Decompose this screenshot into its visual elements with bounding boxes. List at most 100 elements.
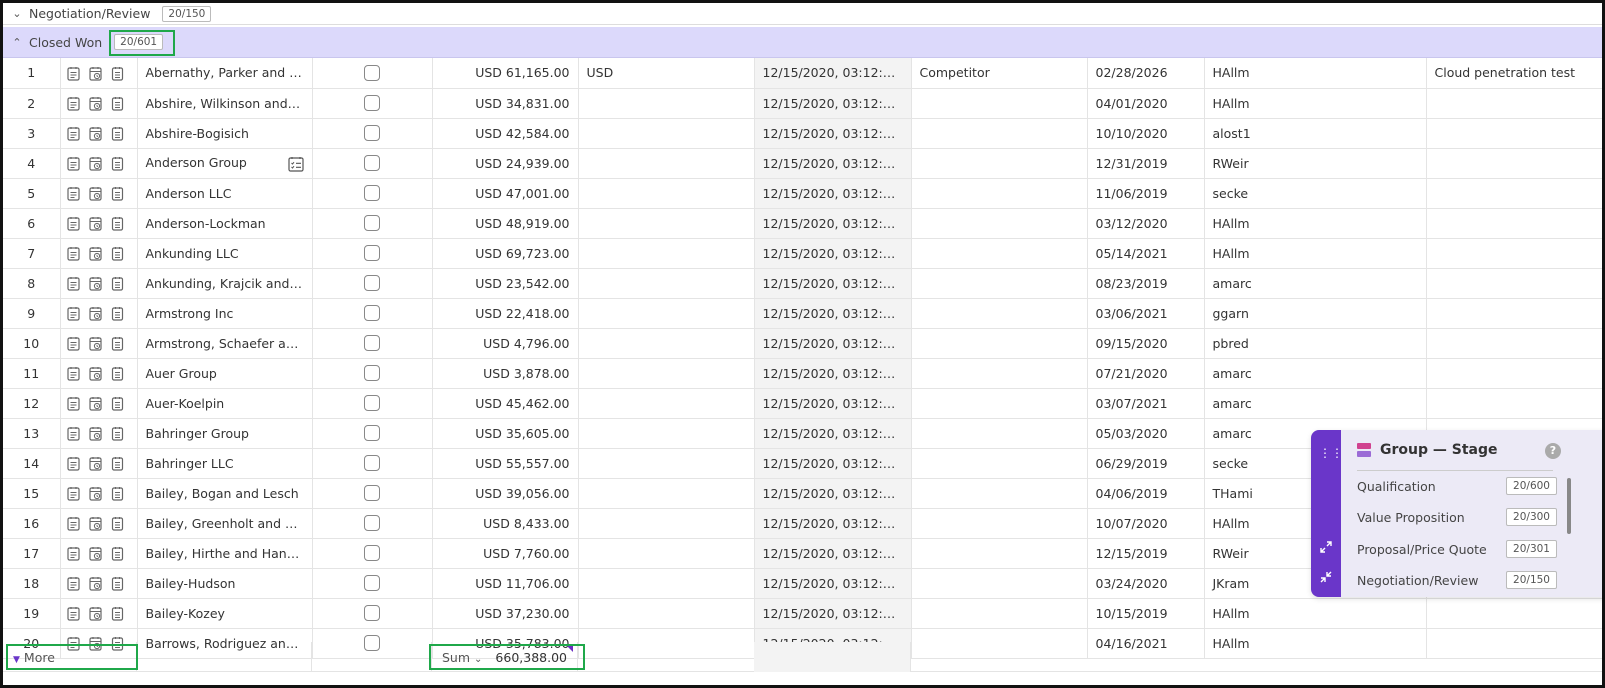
account-name-cell[interactable]: Ankunding, Krajcik and Sp...: [137, 268, 313, 299]
close-date-cell[interactable]: 04/06/2019: [1087, 478, 1205, 509]
row-checkbox[interactable]: [364, 125, 380, 142]
grip-icon[interactable]: ⋮⋮: [1319, 447, 1343, 459]
owner-cell[interactable]: amarc: [1204, 268, 1427, 299]
owner-cell[interactable]: HAllm: [1204, 88, 1427, 119]
note-icon[interactable]: [66, 156, 80, 171]
currency-cell[interactable]: [578, 568, 755, 599]
close-date-cell[interactable]: 10/15/2019: [1087, 598, 1205, 629]
account-name-cell[interactable]: Bailey-Hudson: [137, 568, 313, 599]
description-cell[interactable]: [1426, 178, 1602, 209]
currency-cell[interactable]: [578, 88, 755, 119]
group-panel-item[interactable]: Value Proposition 20/300: [1357, 508, 1557, 526]
currency-cell[interactable]: [578, 508, 755, 539]
row-checkbox[interactable]: [364, 155, 380, 172]
table-row[interactable]: 2 Abshire, Wilkinson and W... USD 34,831.0…: [3, 88, 1602, 119]
description-cell[interactable]: [1426, 208, 1602, 239]
document-icon[interactable]: [111, 576, 124, 591]
amount-cell[interactable]: USD 34,831.00: [432, 88, 579, 119]
close-date-cell[interactable]: 10/10/2020: [1087, 118, 1205, 149]
document-icon[interactable]: [111, 426, 124, 441]
close-date-cell[interactable]: 07/21/2020: [1087, 358, 1205, 389]
document-icon[interactable]: [111, 96, 124, 111]
collapse-icon[interactable]: [1319, 570, 1333, 584]
calendar-icon[interactable]: [88, 216, 102, 231]
amount-cell[interactable]: USD 8,433.00: [432, 508, 579, 539]
group-panel-item[interactable]: Negotiation/Review 20/150: [1357, 571, 1557, 589]
currency-cell[interactable]: [578, 178, 755, 209]
document-icon[interactable]: [111, 156, 124, 171]
amount-cell[interactable]: USD 42,584.00: [432, 118, 579, 149]
calendar-icon[interactable]: [88, 66, 102, 81]
currency-cell[interactable]: [578, 268, 755, 299]
panel-handle[interactable]: ⋮⋮: [1311, 430, 1343, 597]
row-checkbox[interactable]: [364, 485, 380, 502]
account-name-cell[interactable]: Auer Group: [137, 358, 313, 389]
table-row[interactable]: 5 Anderson LLC USD 47,001.00 12/15/2020, 03…: [3, 178, 1602, 209]
owner-cell[interactable]: secke: [1204, 178, 1427, 209]
close-date-cell[interactable]: 03/07/2021: [1087, 388, 1205, 419]
note-icon[interactable]: [66, 96, 80, 111]
calendar-icon[interactable]: [88, 366, 102, 381]
calendar-icon[interactable]: [88, 336, 102, 351]
calendar-icon[interactable]: [88, 126, 102, 141]
calendar-icon[interactable]: [88, 246, 102, 261]
description-cell[interactable]: [1426, 238, 1602, 269]
lead-source-cell[interactable]: [911, 568, 1088, 599]
document-icon[interactable]: [111, 396, 124, 411]
account-name-cell[interactable]: Bailey, Hirthe and Hansen: [137, 538, 313, 569]
amount-cell[interactable]: USD 22,418.00: [432, 298, 579, 329]
account-name-cell[interactable]: Armstrong Inc: [137, 298, 313, 329]
note-icon[interactable]: [66, 276, 80, 291]
row-checkbox[interactable]: [364, 95, 380, 112]
account-name-cell[interactable]: Armstrong, Schaefer and ...: [137, 328, 313, 359]
lead-source-cell[interactable]: [911, 298, 1088, 329]
account-name-cell[interactable]: Abernathy, Parker and Bo...: [137, 58, 313, 89]
document-icon[interactable]: [111, 546, 124, 561]
row-checkbox[interactable]: [364, 215, 380, 232]
lead-source-cell[interactable]: [911, 418, 1088, 449]
currency-cell[interactable]: [578, 148, 755, 179]
note-icon[interactable]: [66, 366, 80, 381]
account-name-cell[interactable]: Bailey, Bogan and Lesch: [137, 478, 313, 509]
amount-cell[interactable]: USD 69,723.00: [432, 238, 579, 269]
close-date-cell[interactable]: 10/07/2020: [1087, 508, 1205, 539]
owner-cell[interactable]: HAllm: [1204, 58, 1427, 89]
row-checkbox[interactable]: [364, 425, 380, 442]
document-icon[interactable]: [111, 186, 124, 201]
description-cell[interactable]: [1426, 88, 1602, 119]
owner-cell[interactable]: ggarn: [1204, 298, 1427, 329]
currency-cell[interactable]: [578, 328, 755, 359]
document-icon[interactable]: [111, 516, 124, 531]
note-icon[interactable]: [66, 306, 80, 321]
account-name-cell[interactable]: Abshire-Bogisich: [137, 118, 313, 149]
currency-cell[interactable]: [578, 208, 755, 239]
lead-source-cell[interactable]: [911, 118, 1088, 149]
account-name-cell[interactable]: Ankunding LLC: [137, 238, 313, 269]
calendar-icon[interactable]: [88, 486, 102, 501]
table-row[interactable]: 1 Abernathy, Parker and Bo... USD 61,165.0…: [3, 58, 1602, 89]
note-icon[interactable]: [66, 336, 80, 351]
amount-cell[interactable]: USD 55,557.00: [432, 448, 579, 479]
document-icon[interactable]: [111, 306, 124, 321]
group-row-closed-won[interactable]: ⌃ Closed Won 20/601: [3, 27, 1602, 58]
description-cell[interactable]: [1426, 328, 1602, 359]
note-icon[interactable]: [66, 66, 80, 81]
table-row[interactable]: 19 Bailey-Kozey USD 37,230.00 12/15/2020, 0…: [3, 598, 1602, 629]
table-row[interactable]: 12 Auer-Koelpin USD 45,462.00 12/15/2020, 0…: [3, 388, 1602, 419]
row-checkbox[interactable]: [364, 305, 380, 322]
close-date-cell[interactable]: 12/15/2019: [1087, 538, 1205, 569]
lead-source-cell[interactable]: [911, 88, 1088, 119]
lead-source-cell[interactable]: [911, 448, 1088, 479]
description-cell[interactable]: [1426, 268, 1602, 299]
description-cell[interactable]: Cloud penetration test: [1426, 58, 1602, 89]
table-row[interactable]: 6 Anderson-Lockman USD 48,919.00 12/15/2020…: [3, 208, 1602, 239]
account-name-cell[interactable]: Anderson LLC: [137, 178, 313, 209]
close-date-cell[interactable]: 03/06/2021: [1087, 298, 1205, 329]
lead-source-cell[interactable]: [911, 178, 1088, 209]
calendar-icon[interactable]: [88, 546, 102, 561]
owner-cell[interactable]: pbred: [1204, 328, 1427, 359]
note-icon[interactable]: [66, 426, 80, 441]
currency-cell[interactable]: USD: [578, 58, 755, 89]
calendar-icon[interactable]: [88, 276, 102, 291]
close-date-cell[interactable]: 03/12/2020: [1087, 208, 1205, 239]
